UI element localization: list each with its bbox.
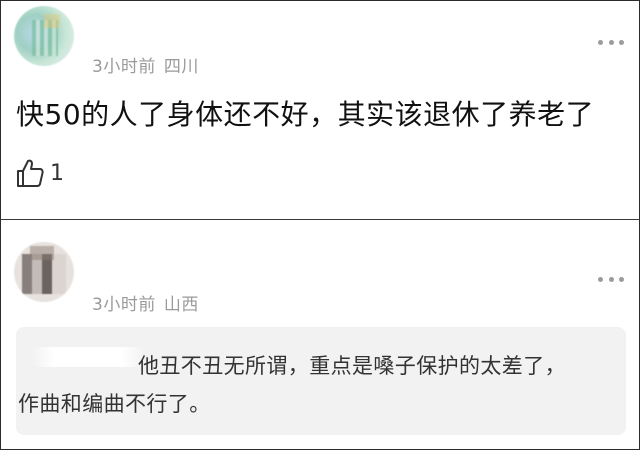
- more-icon[interactable]: [598, 39, 624, 45]
- like-button[interactable]: 1: [16, 157, 64, 189]
- like-count: 1: [50, 160, 64, 186]
- redacted-username: [32, 347, 144, 367]
- comment-time: 3小时前: [92, 57, 156, 77]
- thumbs-up-icon: [17, 159, 44, 187]
- comment-meta: 3小时前 山西: [92, 290, 199, 315]
- comment-time: 3小时前: [92, 295, 156, 315]
- avatar[interactable]: [14, 242, 74, 302]
- more-icon[interactable]: [598, 276, 624, 282]
- comment-meta: 3小时前 四川: [92, 52, 199, 77]
- comment-location: 山西: [163, 295, 199, 315]
- avatar[interactable]: [14, 6, 74, 66]
- comment-location: 四川: [163, 57, 199, 77]
- reply-box: 他丑不丑无所谓，重点是嗓子保护的太差了， 作曲和编曲不行了。: [16, 327, 626, 435]
- comment-divider: [0, 219, 640, 220]
- reply-line: 他丑不丑无所谓，重点是嗓子保护的太差了，: [138, 354, 566, 378]
- comment-text: 快50的人了身体还不好，其实该退休了养老了: [16, 98, 595, 131]
- reply-line: 作曲和编曲不行了。: [18, 392, 211, 416]
